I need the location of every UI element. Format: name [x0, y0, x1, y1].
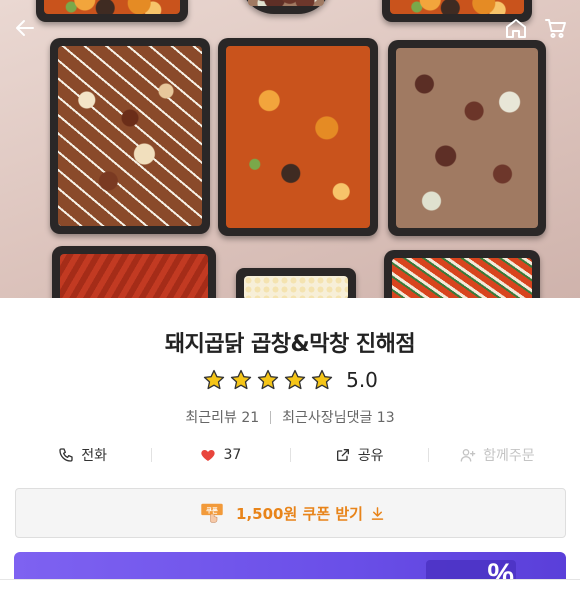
- star-icon: [230, 369, 252, 390]
- divider: [270, 410, 272, 424]
- download-icon: [371, 506, 384, 520]
- rating-row: 5.0: [0, 368, 580, 392]
- review-summary: 최근리뷰 21 최근사장님댓글 13: [0, 407, 580, 427]
- add-person-icon: [460, 449, 476, 462]
- call-button[interactable]: 전화: [14, 445, 151, 465]
- share-button[interactable]: 공유: [291, 445, 428, 465]
- rating-value: 5.0: [346, 368, 378, 392]
- share-icon: [336, 449, 349, 461]
- food-tray: [50, 38, 210, 234]
- group-order-label: 함께주문: [483, 448, 535, 464]
- like-count: 37: [223, 447, 242, 463]
- coupon-button[interactable]: 쿠폰 1,500원 쿠폰 받기: [15, 488, 566, 538]
- recent-reviews-link[interactable]: 최근리뷰 21: [185, 407, 259, 427]
- store-hero-image: [0, 0, 580, 298]
- share-label: 공유: [357, 448, 384, 464]
- bottom-bar: [0, 579, 580, 591]
- food-tray: [384, 250, 540, 298]
- cart-button[interactable]: [542, 14, 570, 42]
- food-tray: [236, 268, 356, 298]
- home-icon: [506, 19, 526, 38]
- food-tray: [218, 38, 378, 236]
- coupon-label: 1,500원 쿠폰 받기: [236, 504, 363, 523]
- food-tray: [36, 0, 188, 22]
- phone-icon: [59, 448, 73, 462]
- food-tray: [388, 40, 546, 236]
- home-button[interactable]: [502, 14, 530, 42]
- like-button[interactable]: 37: [152, 447, 289, 463]
- store-actions: 전화 37 공유 함께주문: [14, 440, 566, 470]
- star-icon: [203, 369, 225, 390]
- star-icon: [284, 369, 306, 390]
- heart-icon: [201, 450, 216, 461]
- arrow-left-icon: [16, 20, 34, 36]
- svg-text:쿠폰: 쿠폰: [206, 506, 218, 514]
- star-icon: [311, 369, 333, 390]
- star-rating: [202, 368, 334, 392]
- call-label: 전화: [81, 448, 107, 464]
- star-icon: [257, 369, 279, 390]
- coupon-badge-icon: 쿠폰: [201, 503, 223, 523]
- food-tray: [240, 0, 332, 14]
- owner-replies-link[interactable]: 최근사장님댓글 13: [282, 407, 394, 427]
- food-tray: [52, 246, 216, 298]
- store-name: 돼지곱닭 곱창&막창 진해점: [164, 332, 416, 357]
- group-order-button[interactable]: 함께주문: [429, 445, 566, 465]
- back-button[interactable]: [11, 14, 39, 42]
- cart-icon: [545, 19, 566, 38]
